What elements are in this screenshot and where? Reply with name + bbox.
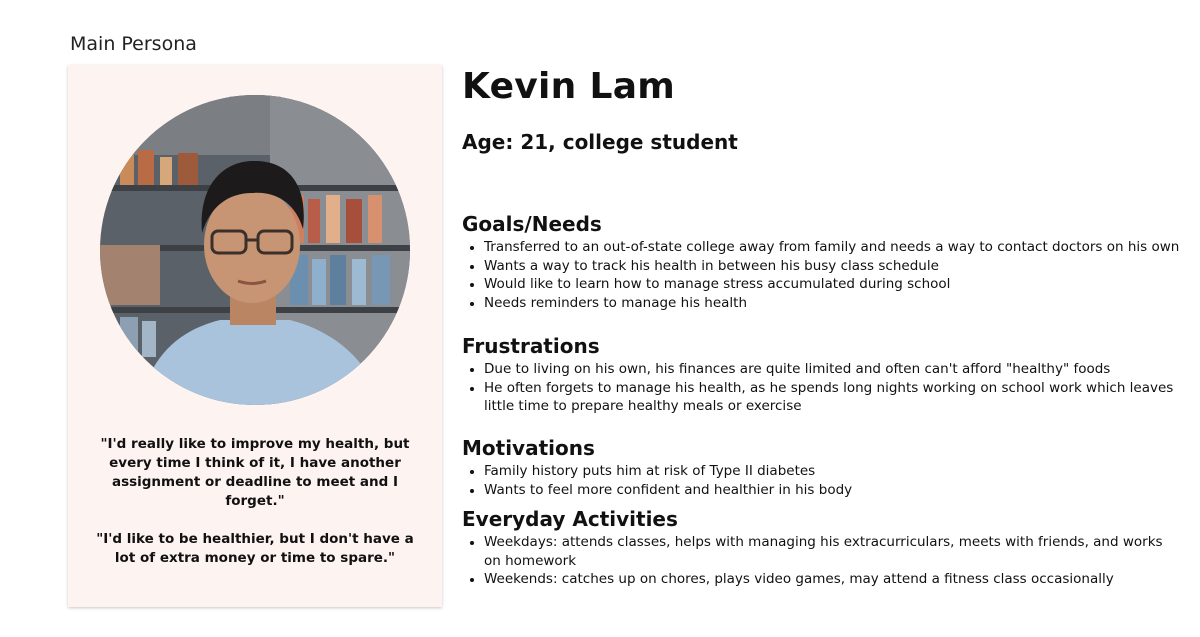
activities-heading: Everyday Activities [462, 507, 678, 531]
persona-card: "I'd really like to improve my health, b… [68, 65, 442, 607]
list-item: Weekends: catches up on chores, plays vi… [484, 570, 1182, 589]
list-item: He often forgets to manage his health, a… [484, 379, 1182, 416]
frustrations-heading: Frustrations [462, 334, 600, 358]
page-label: Main Persona [70, 33, 197, 55]
list-item: Transferred to an out-of-state college a… [484, 238, 1182, 257]
activities-list: Weekdays: attends classes, helps with ma… [462, 533, 1182, 589]
goals-heading: Goals/Needs [462, 212, 602, 236]
frustrations-section: Frustrations Due to living on his own, h… [462, 334, 1182, 416]
list-item: Wants a way to track his health in betwe… [484, 257, 1182, 276]
motivations-section: Motivations Family history puts him at r… [462, 436, 1182, 499]
list-item: Weekdays: attends classes, helps with ma… [484, 533, 1182, 570]
frustrations-list: Due to living on his own, his finances a… [462, 360, 1182, 416]
persona-quotes: "I'd really like to improve my health, b… [88, 435, 422, 568]
persona-age: Age: 21, college student [462, 130, 738, 154]
goals-section: Goals/Needs Transferred to an out-of-sta… [462, 212, 1182, 312]
list-item: Needs reminders to manage his health [484, 294, 1182, 313]
list-item: Would like to learn how to manage stress… [484, 275, 1182, 294]
persona-photo [100, 95, 410, 405]
persona-name: Kevin Lam [462, 66, 676, 107]
quote-2: "I'd like to be healthier, but I don't h… [96, 531, 414, 566]
motivations-list: Family history puts him at risk of Type … [462, 462, 1182, 499]
motivations-heading: Motivations [462, 436, 595, 460]
list-item: Due to living on his own, his finances a… [484, 360, 1182, 379]
list-item: Wants to feel more confident and healthi… [484, 481, 1182, 500]
activities-section: Everyday Activities Weekdays: attends cl… [462, 507, 1182, 589]
goals-list: Transferred to an out-of-state college a… [462, 238, 1182, 312]
quote-1: "I'd really like to improve my health, b… [100, 436, 410, 509]
list-item: Family history puts him at risk of Type … [484, 462, 1182, 481]
